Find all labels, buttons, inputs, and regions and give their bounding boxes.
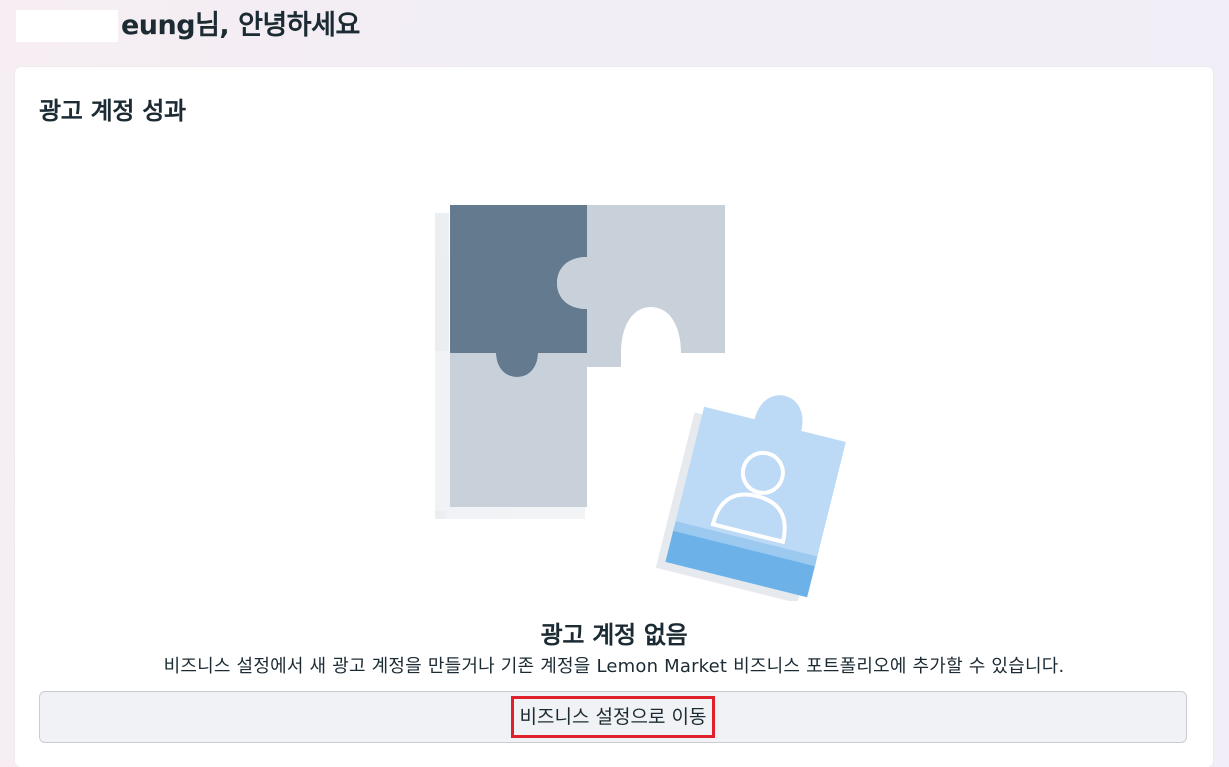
redacted-name [16,10,118,42]
puzzle-piece-blue [655,395,846,601]
ad-account-performance-card: 광고 계정 성과 광고 계정 없음 비즈니스 설정에서 새 광고 계정을 만들거… [15,67,1213,767]
card-title: 광고 계정 성과 [39,97,186,125]
go-to-business-settings-button[interactable]: 비즈니스 설정으로 이동 [39,691,1187,743]
empty-state-description: 비즈니스 설정에서 새 광고 계정을 만들거나 기존 계정을 Lemon Mar… [163,656,1065,677]
puzzle-pieces-user-icon [435,205,846,601]
greeting-header: eung님, 안녕하세요 [0,0,1229,56]
greeting-text: eung님, 안녕하세요 [121,10,360,41]
empty-state-title: 광고 계정 없음 [540,621,688,649]
go-to-business-settings-label: 비즈니스 설정으로 이동 [510,696,716,738]
